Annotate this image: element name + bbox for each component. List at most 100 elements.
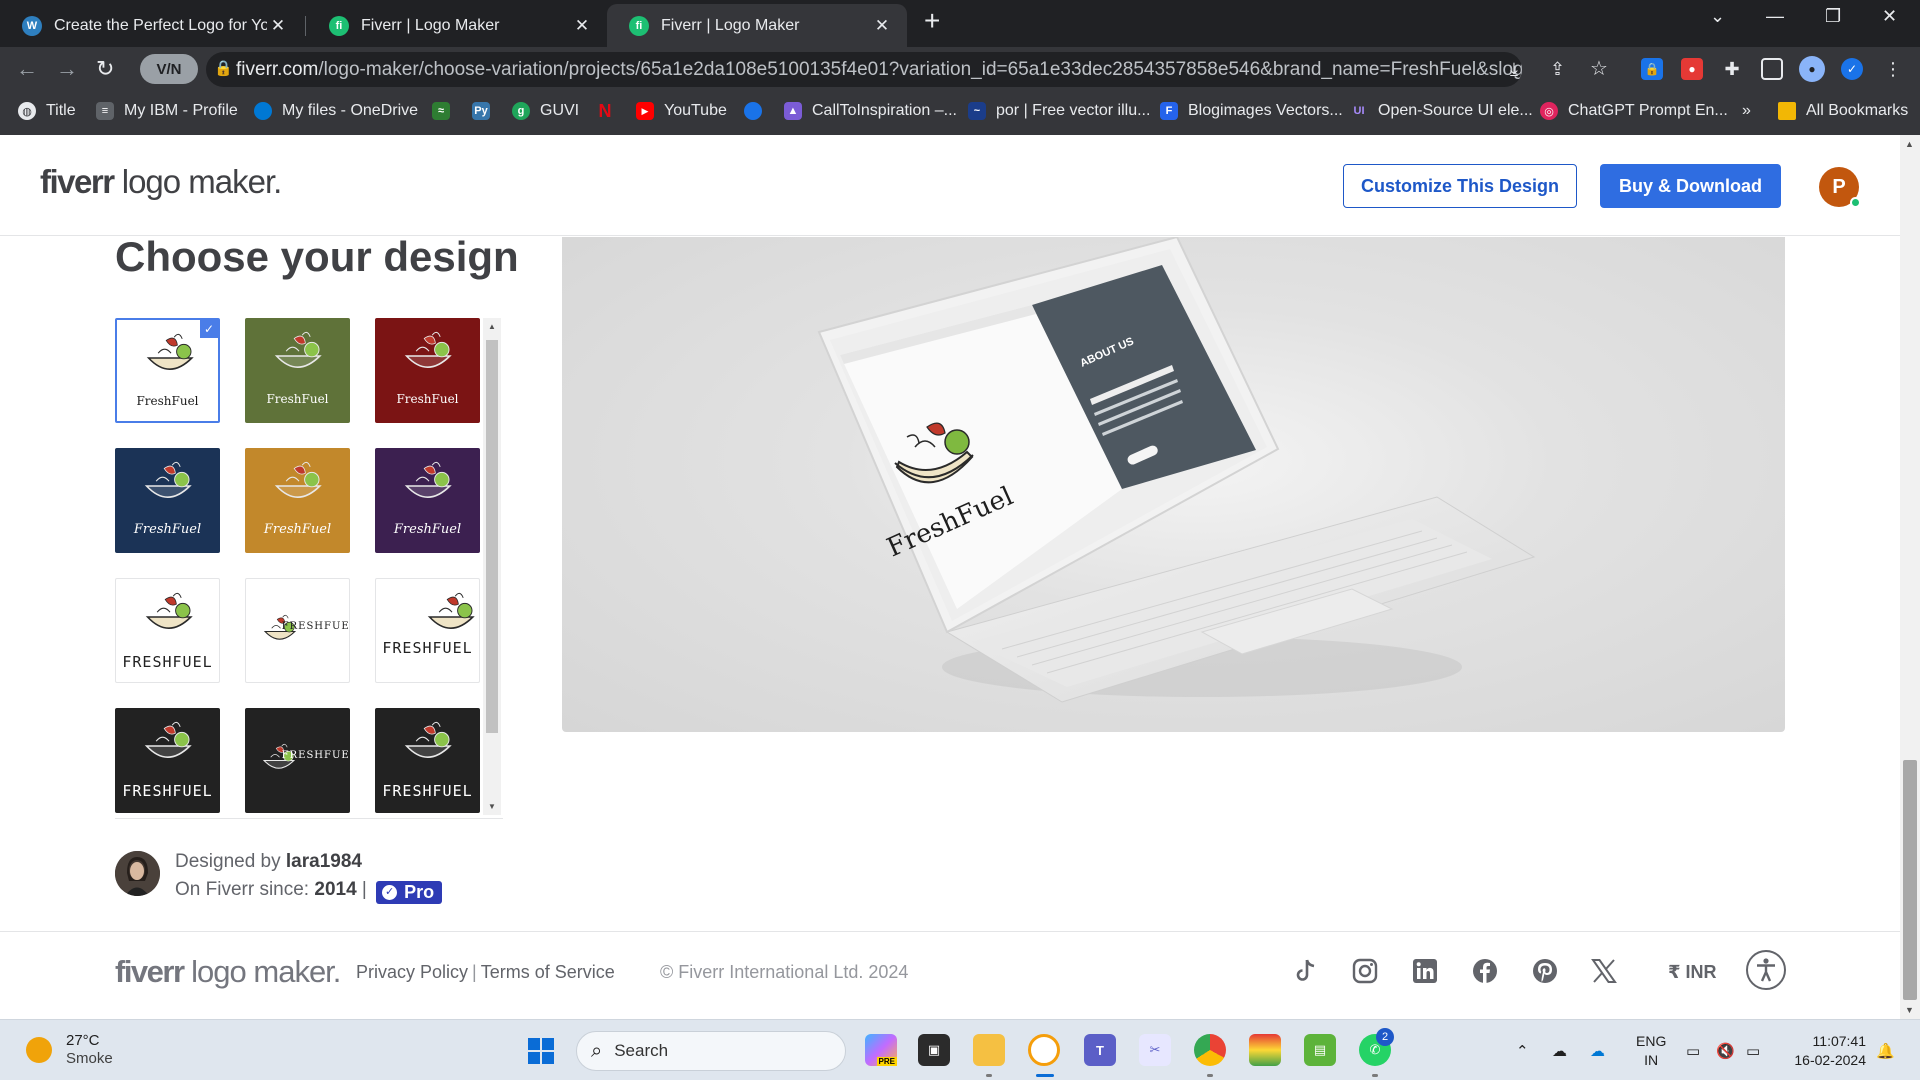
network-icon[interactable]: ▭ [1686, 1042, 1700, 1060]
chrome-icon[interactable] [1194, 1034, 1226, 1066]
address-bar[interactable]: 🔒 fiverr.com/logo-maker/choose-variation… [206, 52, 1522, 87]
menu-kebab-icon[interactable]: ⋮ [1884, 57, 1902, 81]
tab-search-icon[interactable]: ⌄ [1710, 6, 1725, 27]
facebook-icon[interactable] [1470, 956, 1500, 986]
scroll-down-icon[interactable]: ▼ [488, 802, 496, 811]
close-icon[interactable]: ✕ [871, 16, 893, 36]
task-view-icon[interactable]: ▣ [918, 1034, 950, 1066]
buy-download-button[interactable]: Buy & Download [1600, 164, 1781, 208]
design-variation-tile[interactable]: FreshFuel ✓ [115, 318, 220, 423]
share-icon[interactable]: ⇪ [1550, 57, 1565, 81]
taskbar-search[interactable]: ⌕ Search [576, 1031, 846, 1071]
bookmark-title[interactable]: ◍ Title [18, 102, 76, 120]
bookmark-leaf[interactable]: ≈ [432, 102, 460, 120]
linkedin-icon[interactable] [1410, 956, 1440, 986]
reload-icon[interactable]: ↻ [96, 57, 114, 81]
language-indicator[interactable]: ENG IN [1636, 1032, 1666, 1070]
extension-check-icon[interactable]: ✓ [1841, 58, 1863, 80]
notification-bell-icon[interactable]: 🔔 [1876, 1042, 1895, 1060]
file-explorer-icon[interactable] [973, 1034, 1005, 1066]
bookmarks-overflow-button[interactable]: » [1742, 102, 1751, 120]
design-variation-tile[interactable]: FreshFuel [375, 318, 480, 423]
design-variation-tile[interactable]: FRESHFUEL [245, 708, 350, 813]
extensions-puzzle-icon[interactable]: ✚ [1721, 58, 1743, 80]
bookmark-blogimages[interactable]: F Blogimages Vectors... [1160, 102, 1343, 120]
vpn-app-icon[interactable] [1028, 1034, 1060, 1066]
bookmark-youtube[interactable]: ▶ YouTube [636, 102, 727, 120]
user-avatar[interactable]: P [1819, 167, 1861, 208]
design-variation-tile[interactable]: FreshFuel [375, 448, 480, 553]
bookmark-ibm[interactable]: ≡ My IBM - Profile [96, 102, 238, 120]
bookmark-chatgpt[interactable]: ◎ ChatGPT Prompt En... [1540, 102, 1728, 120]
designer-name[interactable]: lara1984 [286, 851, 362, 872]
notes-app-icon[interactable]: ▤ [1304, 1034, 1336, 1066]
design-variation-tile[interactable]: FRESHFUEL [245, 578, 350, 683]
all-bookmarks[interactable]: All Bookmarks [1778, 102, 1908, 120]
close-icon[interactable]: ✕ [267, 16, 289, 36]
designer-avatar[interactable] [115, 851, 160, 896]
teams-icon[interactable]: T [1084, 1034, 1116, 1066]
side-panel-icon[interactable] [1761, 58, 1783, 80]
minimize-icon[interactable]: — [1766, 6, 1784, 27]
design-variation-tile[interactable]: FreshFuel [245, 318, 350, 423]
new-tab-button[interactable]: + [924, 7, 940, 35]
extension-record-icon[interactable]: ● [1681, 58, 1703, 80]
bookmark-star-icon[interactable]: ☆ [1590, 57, 1608, 81]
terms-of-service-link[interactable]: Terms of Service [481, 962, 615, 982]
fiverr-logo-maker-logo[interactable]: fiverr logo maker. [40, 163, 282, 201]
design-variation-tile[interactable]: FRESHFUEL [115, 708, 220, 813]
footer-logo[interactable]: fiverr logo maker. [115, 954, 341, 990]
bookmark-cloud[interactable] [744, 102, 772, 120]
bookmark-uiverse[interactable]: UI Open-Source UI ele... [1350, 102, 1533, 120]
weather-widget[interactable]: 27°C Smoke [26, 1032, 113, 1068]
bookmark-calltoinspiration[interactable]: ▲ CallToInspiration –... [784, 102, 957, 120]
page-scrollbar[interactable]: ▲ ▼ [1900, 135, 1920, 1019]
profile-icon[interactable]: ● [1799, 56, 1825, 82]
design-variation-tile[interactable]: FreshFuel [115, 448, 220, 553]
browser-tab-2[interactable]: fi Fiverr | Logo Maker ✕ [307, 4, 607, 47]
scroll-up-icon[interactable]: ▲ [1905, 139, 1914, 149]
variations-scrollbar[interactable]: ▲ ▼ [483, 318, 501, 815]
bluestacks-icon[interactable] [1249, 1034, 1281, 1066]
window-close-icon[interactable]: ✕ [1882, 6, 1897, 27]
privacy-policy-link[interactable]: Privacy Policy [356, 962, 468, 982]
currency-selector[interactable]: ₹ INR [1668, 962, 1717, 983]
show-hidden-icons-chevron[interactable]: ⌃ [1516, 1042, 1529, 1060]
vpn-button[interactable]: V/N [140, 54, 198, 84]
bookmark-python[interactable]: Py [472, 102, 500, 120]
instagram-icon[interactable] [1350, 956, 1380, 986]
restore-icon[interactable]: ❐ [1825, 6, 1841, 27]
browser-tab-1[interactable]: W Create the Perfect Logo for Your ✕ [0, 4, 303, 47]
design-variation-tile[interactable]: FRESHFUEL [375, 708, 480, 813]
volume-muted-icon[interactable]: 🔇 [1716, 1042, 1735, 1060]
scroll-down-icon[interactable]: ▼ [1905, 1005, 1914, 1015]
bookmark-guvi[interactable]: g GUVI [512, 102, 579, 120]
install-app-icon[interactable]: ⤓ [1510, 57, 1518, 81]
back-icon[interactable]: ← [16, 57, 38, 81]
onedrive-tray-icon[interactable]: ☁ [1590, 1042, 1605, 1060]
bookmark-netflix[interactable]: N [596, 101, 624, 121]
design-variation-tile[interactable]: FRESHFUEL [375, 578, 480, 683]
forward-icon[interactable]: → [56, 57, 78, 81]
windows-start-icon[interactable] [528, 1038, 554, 1064]
tiktok-icon[interactable] [1290, 956, 1320, 986]
weather-tray-icon[interactable]: ☁ [1552, 1042, 1567, 1060]
scroll-up-icon[interactable]: ▲ [488, 322, 496, 331]
customize-design-button[interactable]: Customize This Design [1343, 164, 1577, 208]
snipping-tool-icon[interactable]: ✂ [1139, 1034, 1171, 1066]
page-scroll-thumb[interactable] [1903, 760, 1917, 1000]
close-icon[interactable]: ✕ [571, 16, 593, 36]
bookmark-freepik[interactable]: ~ por | Free vector illu... [968, 102, 1150, 120]
bookmark-onedrive[interactable]: My files - OneDrive [254, 102, 418, 120]
extension-lock-icon[interactable]: 🔒 [1641, 58, 1663, 80]
system-clock[interactable]: 11:07:41 16-02-2024 [1786, 1032, 1866, 1070]
design-variation-tile[interactable]: FreshFuel [245, 448, 350, 553]
x-icon[interactable] [1589, 956, 1619, 986]
pinterest-icon[interactable] [1530, 956, 1560, 986]
scroll-thumb[interactable] [486, 340, 498, 733]
design-variation-tile[interactable]: FRESHFUEL [115, 578, 220, 683]
battery-icon[interactable]: ▭ [1746, 1042, 1760, 1060]
browser-tab-3-active[interactable]: fi Fiverr | Logo Maker ✕ [607, 4, 907, 47]
accessibility-icon[interactable] [1746, 950, 1786, 990]
copilot-icon[interactable]: PRE [865, 1034, 897, 1066]
